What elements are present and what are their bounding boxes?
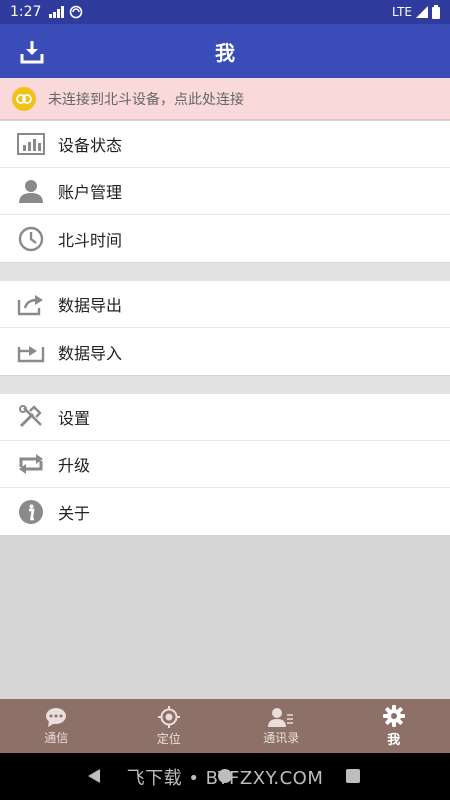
menu-label: 北斗时间: [58, 230, 123, 250]
info-icon: [16, 497, 46, 527]
gear-icon: [382, 704, 405, 727]
menu-label: 数据导入: [58, 343, 123, 363]
home-icon[interactable]: [217, 768, 233, 784]
bottom-tab-bar: 通信 定位 通讯录 我: [0, 699, 450, 753]
import-icon: [16, 337, 46, 367]
tab-label: 定位: [156, 731, 181, 746]
menu-item-device-status[interactable]: 设备状态: [0, 121, 450, 168]
tab-label: 通信: [44, 730, 69, 745]
menu-group-system: 设置 升级 关于: [0, 394, 450, 535]
tab-me[interactable]: 我: [338, 699, 450, 753]
tab-label: 我: [387, 732, 401, 748]
status-time: 1:27: [10, 4, 42, 20]
tab-messages[interactable]: 通信: [0, 699, 113, 753]
share-export-icon: [16, 289, 46, 319]
contacts-icon: [268, 707, 294, 727]
network-type: LTE: [392, 5, 412, 19]
link-icon: [12, 86, 36, 111]
menu-item-about[interactable]: 关于: [0, 488, 450, 535]
menu-item-data-import[interactable]: 数据导入: [0, 328, 450, 375]
tab-location[interactable]: 定位: [113, 699, 226, 753]
person-icon: [16, 176, 46, 206]
tools-icon: [16, 402, 46, 432]
menu-group-data: 数据导出 数据导入: [0, 281, 450, 375]
menu-label: 设备状态: [58, 136, 123, 155]
menu-label: 升级: [58, 456, 91, 475]
app-bar: 我: [0, 24, 450, 78]
menu-label: 数据导出: [58, 296, 123, 315]
lte-signal-icon: [416, 6, 428, 18]
location-target-icon: [157, 705, 180, 728]
page-title: 我: [215, 40, 235, 65]
tab-label: 通讯录: [263, 730, 300, 745]
menu-label: 账户管理: [58, 183, 123, 202]
menu-group-device: 设备状态 账户管理 北斗时间: [0, 121, 450, 262]
system-nav-bar: 飞下载 • BYFZXY.COM: [0, 753, 450, 800]
menu-label: 关于: [58, 503, 91, 523]
chat-icon: [46, 707, 67, 727]
battery-icon: [432, 5, 440, 19]
menu-item-account[interactable]: 账户管理: [0, 168, 450, 215]
tab-contacts[interactable]: 通讯录: [225, 699, 338, 753]
recents-icon[interactable]: [346, 769, 360, 783]
signal-icon: [49, 6, 65, 18]
section-divider: [0, 376, 450, 394]
menu-item-upgrade[interactable]: 升级: [0, 441, 450, 488]
clock-icon: [16, 224, 46, 254]
section-divider: [0, 263, 450, 281]
download-icon[interactable]: [18, 38, 46, 66]
menu-label: 设置: [58, 409, 91, 428]
menu-item-data-export[interactable]: 数据导出: [0, 281, 450, 328]
sync-icon: [70, 5, 83, 19]
menu-item-beidou-time[interactable]: 北斗时间: [0, 215, 450, 262]
menu-item-settings[interactable]: 设置: [0, 394, 450, 441]
status-bar: 1:27 LTE: [0, 0, 450, 24]
banner-text: 未连接到北斗设备，点此处连接: [48, 91, 244, 108]
bar-chart-icon: [16, 129, 46, 159]
connect-banner[interactable]: 未连接到北斗设备，点此处连接: [0, 78, 450, 120]
repeat-icon: [16, 449, 46, 479]
back-icon[interactable]: [86, 768, 102, 784]
